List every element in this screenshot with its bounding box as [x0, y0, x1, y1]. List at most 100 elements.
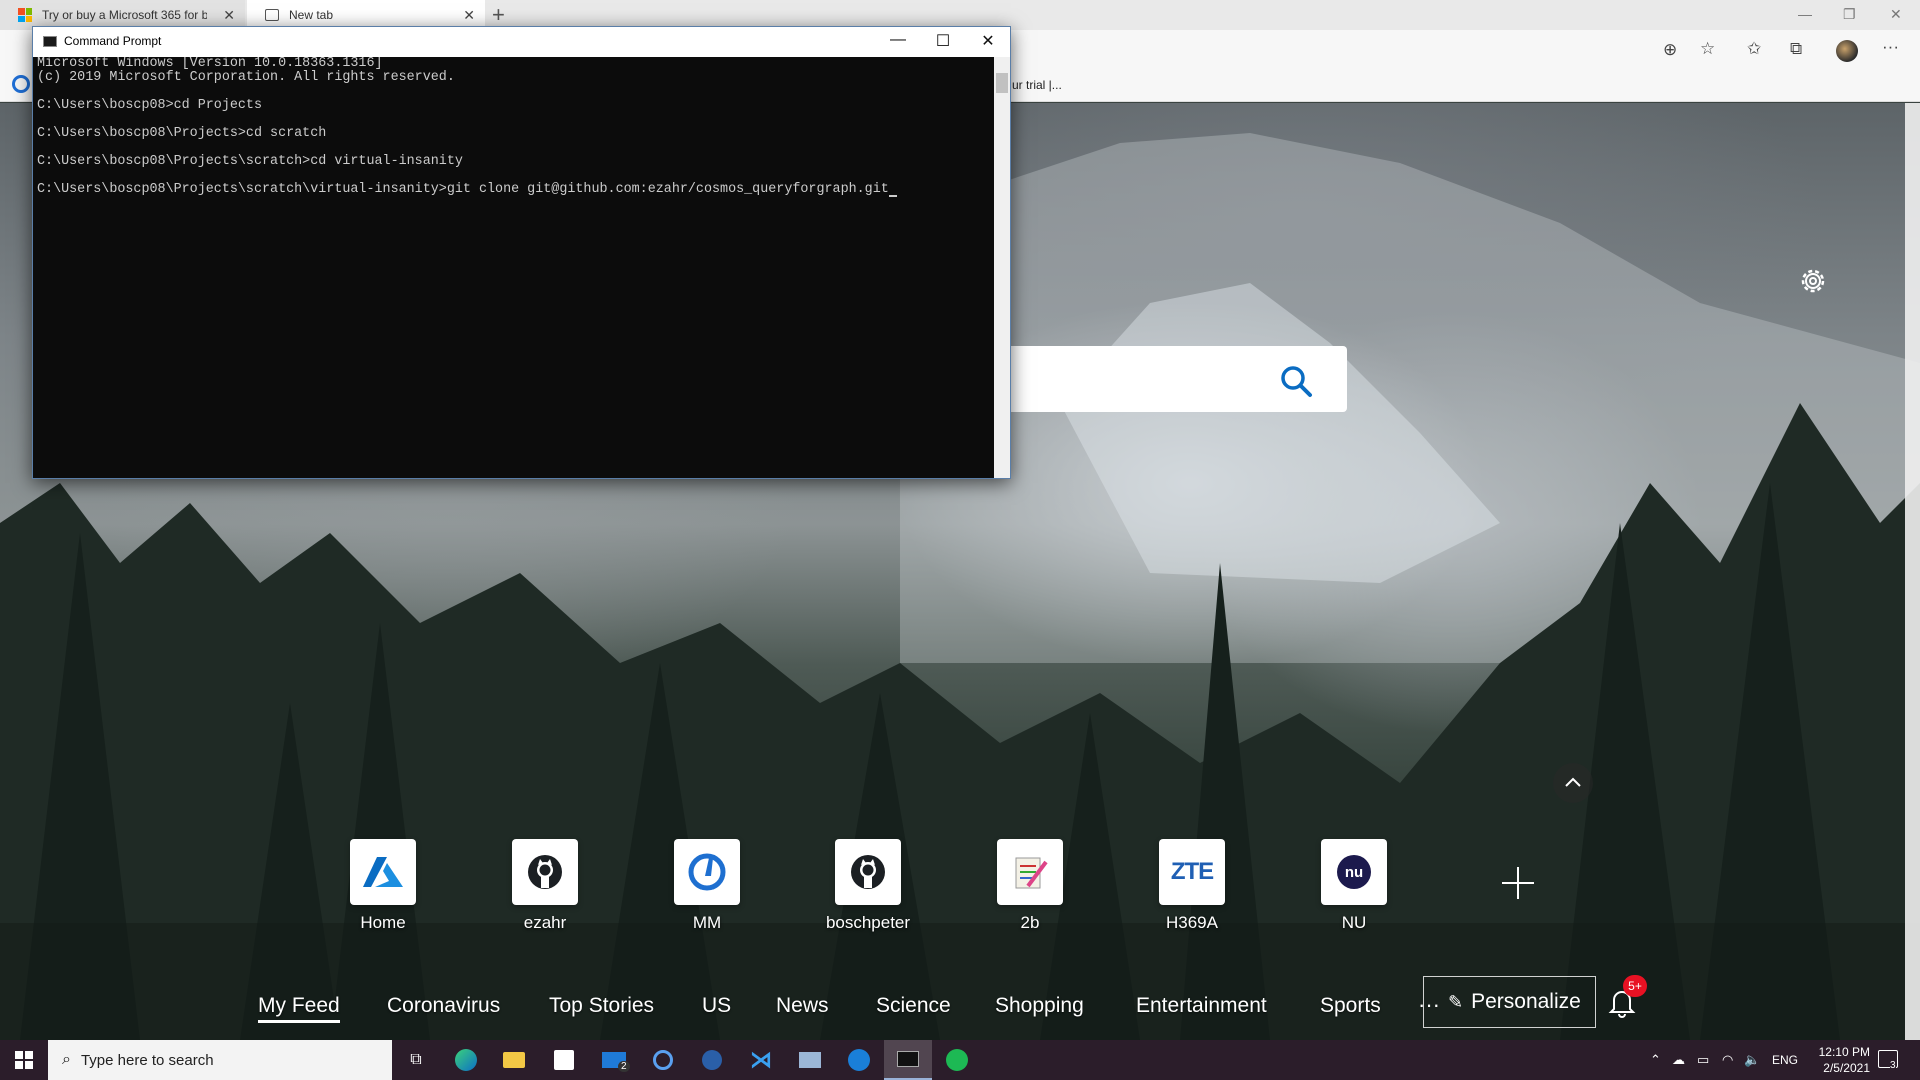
new-tab-button[interactable]: + — [492, 2, 505, 28]
mail-button[interactable]: 2 — [590, 1040, 638, 1080]
notepad-pen-icon — [1015, 857, 1048, 889]
store-button[interactable] — [540, 1040, 588, 1080]
zoom-icon[interactable]: ⊕ — [1663, 40, 1677, 60]
volume-icon[interactable]: 🔈 — [1744, 1052, 1760, 1068]
page-scrollbar[interactable] — [1905, 103, 1920, 1040]
quick-link-tile[interactable]: ZTE H369A — [1132, 839, 1252, 933]
mail-badge: 2 — [618, 1061, 630, 1072]
close-icon[interactable]: ✕ — [223, 7, 235, 24]
feed-tab-my-feed[interactable]: My Feed — [258, 994, 340, 1023]
tile-label: ezahr — [523, 913, 567, 932]
quick-link-tile[interactable]: MM — [647, 839, 767, 933]
search-icon: ⌕ — [62, 1051, 71, 1068]
minimize-icon[interactable]: — — [1798, 6, 1812, 22]
taskbar-search-box[interactable]: ⌕ Type here to search — [48, 1040, 392, 1080]
windows-taskbar: ⌕ Type here to search ⧉ 2 ⋊ ⌃ ☁ ▭ ◠ 🔈 EN… — [0, 1040, 1920, 1080]
vscode-button[interactable]: ⋊ — [737, 1040, 785, 1080]
quick-link-tile[interactable]: ezahr — [485, 839, 605, 933]
collections-icon[interactable]: ⧉ — [1790, 39, 1802, 59]
mattermost-icon — [688, 853, 726, 891]
favorite-site-icon[interactable] — [12, 75, 30, 93]
mattermost-taskbar-button[interactable] — [639, 1040, 687, 1080]
language-indicator[interactable]: ENG — [1772, 1053, 1798, 1067]
cmd-title-bar[interactable]: Command Prompt — ☐ ✕ — [33, 27, 1010, 57]
github-icon — [528, 855, 562, 889]
tab-label: New tab — [289, 8, 334, 22]
file-explorer-button[interactable] — [490, 1040, 538, 1080]
personalize-label: Personalize — [1471, 990, 1581, 1013]
windows-logo-icon — [15, 1051, 33, 1069]
infinity-icon — [848, 1049, 870, 1071]
spotify-icon — [946, 1049, 968, 1071]
close-icon[interactable]: ✕ — [968, 31, 1008, 53]
restore-icon[interactable]: ❐ — [1843, 6, 1856, 23]
feed-tab-top-stories[interactable]: Top Stories — [549, 994, 654, 1018]
spotify-button[interactable] — [933, 1040, 981, 1080]
personalize-button[interactable]: ✎ Personalize — [1423, 976, 1596, 1028]
start-button[interactable] — [0, 1040, 48, 1080]
add-quick-link-icon[interactable] — [1500, 865, 1536, 901]
minimize-icon[interactable]: — — [878, 31, 918, 53]
feed-tab-news[interactable]: News — [776, 994, 829, 1018]
console-output[interactable]: Microsoft Windows [Version 10.0.18363.13… — [35, 57, 994, 478]
wifi-icon[interactable]: ◠ — [1722, 1052, 1733, 1068]
pencil-icon: ✎ — [1448, 991, 1464, 1012]
console-command: C:\Users\boscp08\Projects\scratch\virtua… — [37, 182, 889, 197]
task-view-button[interactable]: ⧉ — [392, 1040, 440, 1080]
console-line: C:\Users\boscp08\Projects>cd scratch — [37, 126, 327, 141]
command-prompt-window[interactable]: Command Prompt — ☐ ✕ Microsoft Windows [… — [32, 26, 1011, 479]
close-icon[interactable]: ✕ — [463, 7, 475, 24]
maximize-icon[interactable]: ☐ — [923, 31, 963, 53]
app-icon — [702, 1050, 722, 1070]
collapse-chevron-up-icon[interactable] — [1553, 763, 1593, 803]
remote-desktop-button[interactable] — [786, 1040, 834, 1080]
microsoft-logo-icon — [18, 8, 32, 22]
command-prompt-taskbar-button[interactable] — [884, 1040, 932, 1080]
tile-label: H369A — [1166, 913, 1218, 932]
cmd-scrollbar[interactable] — [994, 57, 1010, 478]
console-line: (c) 2019 Microsoft Corporation. All righ… — [37, 70, 455, 85]
tab-label: Try or buy a Microsoft 365 for bu — [42, 8, 207, 22]
feed-tab-sports[interactable]: Sports — [1320, 994, 1381, 1018]
favorite-item[interactable]: ur trial |... — [1012, 78, 1062, 92]
feed-tab-us[interactable]: US — [702, 994, 731, 1018]
quick-link-tile[interactable]: boschpeter — [808, 839, 928, 933]
quick-link-tile[interactable]: nu NU — [1294, 839, 1414, 933]
settings-gear-icon[interactable] — [1797, 265, 1829, 297]
remote-desktop-icon — [799, 1052, 821, 1068]
edge-taskbar-button[interactable] — [442, 1040, 490, 1080]
tile-label: 2b — [1020, 913, 1040, 932]
onedrive-icon[interactable]: ☁ — [1672, 1052, 1685, 1068]
feed-tab-entertainment[interactable]: Entertainment — [1136, 994, 1267, 1018]
taskbar-search-placeholder: Type here to search — [80, 1051, 214, 1069]
clock[interactable]: 12:10 PM 2/5/2021 — [1800, 1044, 1870, 1076]
add-favorite-icon[interactable]: ☆ — [1700, 39, 1715, 59]
more-options-icon[interactable]: ··· — [1882, 37, 1899, 57]
profile-avatar[interactable] — [1836, 40, 1858, 62]
tile-label: Home — [360, 913, 406, 932]
feed-tab-science[interactable]: Science — [876, 994, 951, 1018]
close-window-icon[interactable]: ✕ — [1890, 6, 1902, 23]
zte-icon: ZTE — [1170, 858, 1214, 885]
clock-date: 2/5/2021 — [1823, 1061, 1870, 1075]
quick-link-tile[interactable]: Home — [323, 839, 443, 933]
scroll-thumb[interactable] — [996, 73, 1008, 93]
battery-icon[interactable]: ▭ — [1697, 1052, 1709, 1068]
quick-link-tile[interactable]: 2b — [970, 839, 1090, 933]
chevron-up-icon[interactable]: ⌃ — [1650, 1052, 1661, 1068]
feed-tab-shopping[interactable]: Shopping — [995, 994, 1084, 1018]
notification-badge: 5+ — [1623, 975, 1647, 997]
feed-tab-coronavirus[interactable]: Coronavirus — [387, 994, 500, 1018]
app-taskbar-button[interactable] — [688, 1040, 736, 1080]
search-icon[interactable] — [1276, 361, 1316, 401]
favorites-icon[interactable]: ✩ — [1747, 39, 1761, 59]
tile-label: boschpeter — [825, 913, 911, 932]
window-title: Command Prompt — [64, 34, 162, 48]
task-view-icon: ⧉ — [410, 1051, 422, 1068]
app-taskbar-button[interactable] — [835, 1040, 883, 1080]
console-input-line[interactable]: C:\Users\boscp08\Projects\scratch\virtua… — [37, 183, 992, 197]
